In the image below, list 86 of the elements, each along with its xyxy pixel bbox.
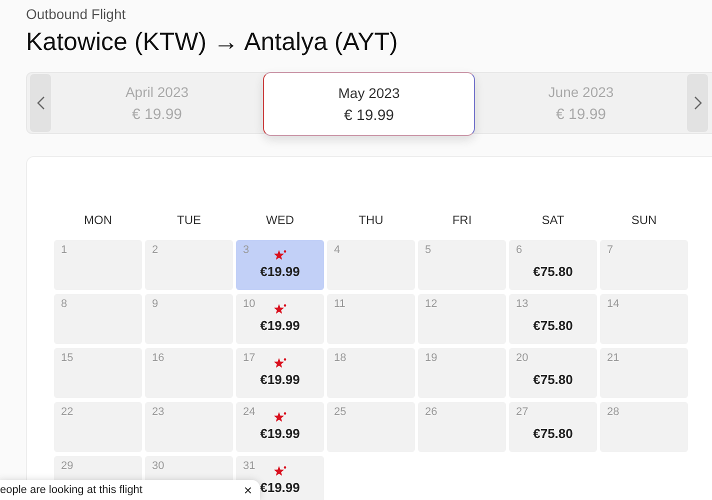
day-number: 4 xyxy=(334,244,340,256)
day-price: €19.99 xyxy=(260,318,300,333)
day-cell[interactable]: 2 xyxy=(145,240,233,290)
day-cell[interactable]: 15 xyxy=(54,348,142,398)
day-number: 2 xyxy=(152,244,158,256)
day-number: 27 xyxy=(516,406,528,418)
day-cell[interactable]: 4 xyxy=(327,240,415,290)
day-number: 21 xyxy=(607,352,620,364)
day-number: 25 xyxy=(334,406,346,418)
day-cell[interactable]: 13 €75.80 xyxy=(509,294,597,344)
day-cell[interactable]: 1 xyxy=(54,240,142,290)
day-cell[interactable]: 11 xyxy=(327,294,415,344)
day-cell[interactable]: 20 €75.80 xyxy=(509,348,597,398)
day-price: €19.99 xyxy=(260,426,300,441)
day-number: 1 xyxy=(61,244,68,256)
day-cell[interactable]: 9 xyxy=(145,294,233,344)
chevron-left-icon xyxy=(36,96,44,110)
day-number: 5 xyxy=(425,244,432,256)
page-subtitle: Outbound Flight xyxy=(26,5,127,22)
day-price: €75.80 xyxy=(533,426,573,441)
day-number: 22 xyxy=(61,406,74,418)
day-number: 17 xyxy=(243,352,256,364)
day-number: 14 xyxy=(607,298,620,310)
day-cell[interactable]: 28 xyxy=(600,402,688,452)
day-number: 23 xyxy=(152,406,164,418)
day-cell[interactable]: 27 €75.80 xyxy=(509,402,597,452)
day-price: €75.80 xyxy=(533,264,573,279)
day-price: €19.99 xyxy=(260,480,300,495)
day-price: €75.80 xyxy=(533,318,573,333)
weekday-label: SUN xyxy=(630,212,658,229)
day-cell[interactable]: 18 xyxy=(327,348,415,398)
day-number: 16 xyxy=(152,352,164,364)
previous-month-button[interactable] xyxy=(30,74,51,132)
day-number: 9 xyxy=(152,298,158,310)
weekday-label: MON xyxy=(83,212,113,229)
day-cell[interactable]: 3 €19.99 xyxy=(236,240,324,290)
day-cell[interactable]: 22 xyxy=(54,402,142,452)
day-number: 24 xyxy=(243,406,256,418)
close-button[interactable]: × xyxy=(238,482,258,498)
day-number: 28 xyxy=(607,406,620,418)
route-title: Katowice (KTW) → Antalya (AYT) xyxy=(26,28,399,57)
day-price: €19.99 xyxy=(260,372,300,387)
day-number: 8 xyxy=(61,298,68,310)
day-cell[interactable]: 23 xyxy=(145,402,233,452)
day-cell[interactable]: 10 €19.99 xyxy=(236,294,324,344)
day-number: 29 xyxy=(61,460,74,472)
day-price: €19.99 xyxy=(260,264,300,279)
weekday-label: THU xyxy=(358,212,384,229)
weekday-label: TUE xyxy=(176,212,202,229)
day-cell[interactable]: 7 xyxy=(600,240,688,290)
month-tab[interactable]: June 2023 € 19.99 xyxy=(475,71,687,135)
day-cell[interactable]: 5 xyxy=(418,240,506,290)
day-number: 19 xyxy=(425,352,438,364)
day-cell[interactable]: 24 €19.99 xyxy=(236,402,324,452)
day-number: 15 xyxy=(61,352,74,364)
day-cell[interactable]: 26 xyxy=(418,402,506,452)
day-cell[interactable]: 17 €19.99 xyxy=(236,348,324,398)
day-number: 13 xyxy=(516,298,528,310)
weekday-label: WED xyxy=(265,212,295,229)
day-cell[interactable]: 21 xyxy=(600,348,688,398)
day-number: 30 xyxy=(152,460,164,472)
weekday-label: SAT xyxy=(540,212,566,229)
day-cell[interactable]: 6 €75.80 xyxy=(509,240,597,290)
day-number: 20 xyxy=(516,352,528,364)
day-number: 3 xyxy=(243,244,250,256)
next-month-button[interactable] xyxy=(687,74,708,132)
day-number: 26 xyxy=(425,406,438,418)
notification-text: eople are looking at this flight xyxy=(0,484,142,496)
month-tab[interactable]: April 2023 € 19.99 xyxy=(51,71,263,135)
day-cell[interactable]: 16 xyxy=(145,348,233,398)
day-number: 31 xyxy=(243,460,256,472)
day-number: 11 xyxy=(334,298,346,310)
day-cell[interactable]: 19 xyxy=(418,348,506,398)
day-cell[interactable]: 8 xyxy=(54,294,142,344)
day-cell[interactable]: 12 xyxy=(418,294,506,344)
day-cell[interactable]: 25 xyxy=(327,402,415,452)
day-number: 12 xyxy=(425,298,438,310)
day-cell[interactable]: 14 xyxy=(600,294,688,344)
chevron-right-icon xyxy=(694,96,702,110)
weekday-label: FRI xyxy=(451,212,473,229)
day-number: 6 xyxy=(516,244,522,256)
day-number: 7 xyxy=(607,244,614,256)
day-number: 10 xyxy=(243,298,256,310)
day-price: €75.80 xyxy=(533,372,573,387)
day-number: 18 xyxy=(334,352,346,364)
month-tab[interactable]: May 2023 € 19.99 xyxy=(263,72,475,136)
